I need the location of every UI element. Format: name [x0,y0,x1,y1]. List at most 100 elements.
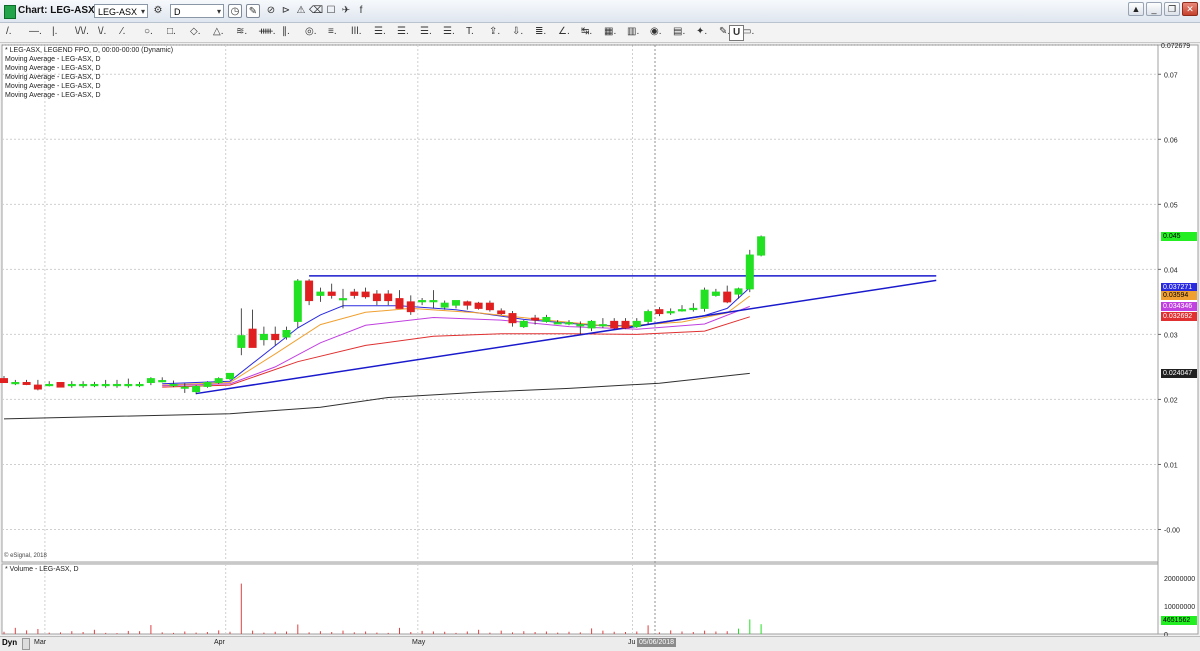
candle-body-5 [56,382,65,388]
candle-body-19 [214,378,223,384]
y-tick-label-2: 0.05 [1164,202,1178,209]
candle-body-48 [542,316,551,322]
candle-body-7 [79,383,88,387]
candle-body-50 [565,322,573,325]
vol-y-tick-label-1: 10000000 [1164,604,1195,611]
candle-body-25 [282,329,291,338]
candle-body-64 [723,291,732,303]
volume-legend: * Volume - LEG-ASX, D [5,566,79,573]
y-tick-label-4: 0.03 [1164,332,1178,339]
y-tick-label-7: -0.00 [1164,527,1180,534]
ma-badge-4: 0.032692 [1161,312,1197,322]
candle-body-0 [0,378,8,384]
candle-body-10 [113,383,121,387]
candle-body-23 [259,333,268,341]
candle-body-11 [124,383,133,387]
legend-ma-2: Moving Average - LEG-ASX, D [5,65,101,72]
chart-legend: * LEG-ASX, LEGEND FPO, D, 00:00-00:00 (D… [5,46,173,100]
candle-body-31 [350,291,359,296]
candle-body-30 [339,298,347,301]
y-tick-label-1: 0.06 [1164,137,1178,144]
volume-panel [1,563,1159,635]
candle-body-35 [395,298,404,309]
candle-body-47 [531,317,540,321]
cursor-date-label: 05/06/2018 [637,638,677,647]
candle-body-49 [553,322,562,325]
candle-body-40 [452,300,460,306]
candle-body-16 [180,386,189,389]
candle-body-39 [440,302,449,308]
chart-svg: 0.07 0.06 0.05 0.04 0.03 0.02 0.01 -0.00 0.07267… [0,43,1199,639]
candle-body-1 [11,382,20,385]
candle-body-53 [598,324,607,327]
candle-body-63 [711,291,720,296]
x-label-2: May [412,639,426,646]
candle-body-15 [169,383,178,387]
ma-badge-1: 0.037271 [1161,282,1197,292]
y-tick-label-5: 0.02 [1164,397,1178,404]
y-tick-label-3: 0.04 [1164,267,1178,274]
last-price-label: 0.072679 [1161,43,1190,50]
candle-body-60 [678,309,686,312]
candle-body-67 [757,236,766,256]
candle-body-59 [666,311,675,314]
candle-body-57 [644,311,653,322]
candle-body-26 [293,280,302,322]
candle-body-2 [22,382,31,385]
legend-main: * LEG-ASX, LEGEND FPO, D, 00:00-00:00 (D… [5,47,174,54]
candle-body-66 [745,254,754,290]
candle-body-24 [271,333,280,341]
x-label-1: Apr [214,639,225,646]
candle-body-13 [146,378,155,384]
candle-body-3 [33,384,42,390]
candle-body-9 [101,383,110,387]
candle-body-32 [361,291,370,298]
candle-body-20 [226,372,234,380]
candle-body-42 [474,302,483,309]
candle-body-17 [192,385,201,393]
volume-badge: 4651562 [1161,616,1197,626]
candle-body-62 [700,289,709,309]
y-tick-label-0: 0.07 [1164,72,1178,79]
ma-badge-2: 0.03594 [1161,291,1197,301]
ma-badge-5: 0.024047 [1161,368,1197,378]
candle-body-51 [576,324,585,327]
candle-body-38 [429,300,438,303]
candle-body-12 [135,383,144,387]
legend-ma-4: Moving Average - LEG-ASX, D [5,83,101,90]
x-label-0: Mar [34,639,47,646]
ma-badge-3: 0.034346 [1161,301,1197,311]
vol-y-tick-label-0: 20000000 [1164,576,1195,583]
candle-body-14 [158,380,167,383]
candle-body-55 [621,320,630,329]
candle-body-43 [485,302,494,311]
legend-ma-3: Moving Average - LEG-ASX, D [5,74,101,81]
candle-body-21 [237,335,246,348]
candle-body-6 [67,383,76,387]
candle-body-18 [203,382,212,387]
price-panel [1,44,1159,563]
candle-body-36 [406,301,415,313]
dyn-label[interactable]: Dyn [2,638,17,647]
candle-body-65 [734,288,743,295]
candle-body-56 [632,320,641,328]
candle-body-52 [587,320,596,329]
status-bar: Dyn [0,636,1200,651]
candle-body-27 [305,280,314,302]
candle-body-22 [248,328,257,348]
candle-body-41 [463,301,472,306]
x-label-3: Ju [628,639,636,646]
candle-body-8 [90,383,99,387]
candle-body-44 [497,310,506,315]
candle-body-28 [316,291,325,296]
candle-body-45 [508,313,517,324]
current-price-badge: 0.045 [1161,232,1197,242]
candle-body-4 [45,383,54,387]
scroll-handle[interactable] [22,638,30,650]
candle-body-34 [384,293,393,302]
legend-ma-5: Moving Average - LEG-ASX, D [5,92,101,99]
candle-body-58 [655,309,664,315]
candle-body-37 [418,300,427,303]
copyright: © eSignal, 2018 [4,553,47,559]
candle-body-33 [372,293,381,302]
